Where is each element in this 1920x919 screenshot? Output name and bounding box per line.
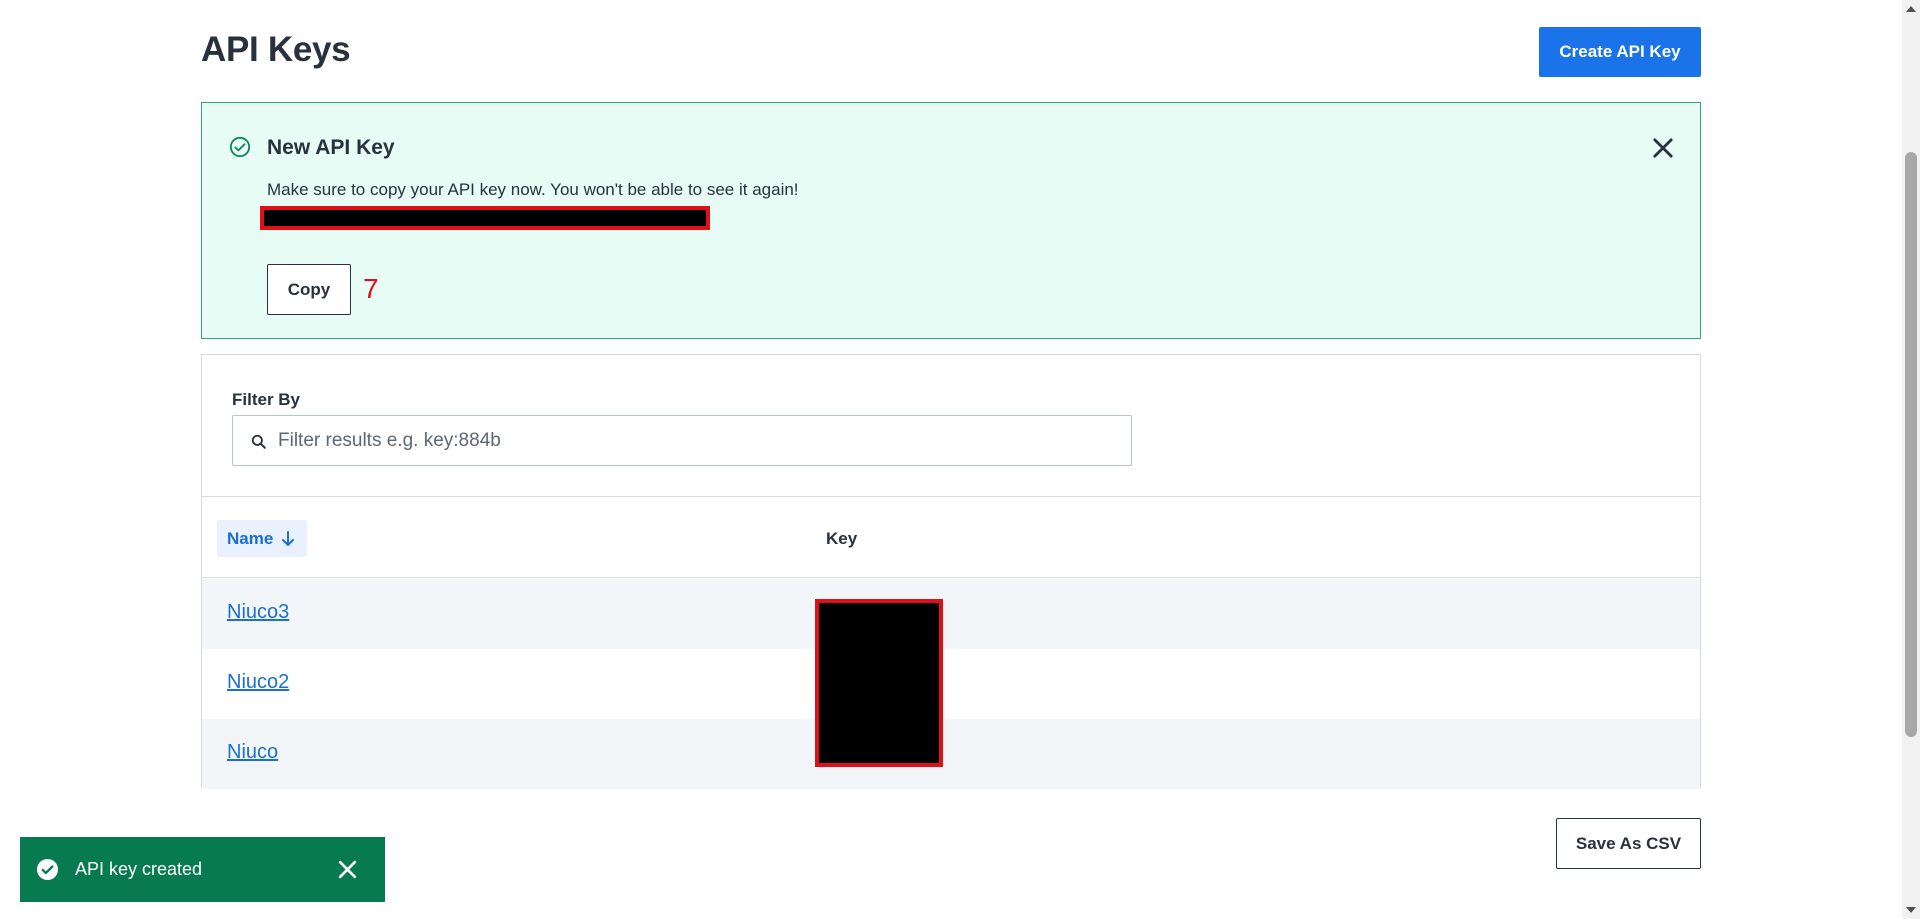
save-as-csv-button[interactable]: Save As CSV xyxy=(1556,818,1701,869)
page-title: API Keys xyxy=(201,30,351,69)
annotation-marker: 7 xyxy=(363,273,379,304)
column-header-name-label: Name xyxy=(227,528,274,548)
table-row: Niuco3 xyxy=(202,579,1700,649)
redacted-key-column xyxy=(815,599,943,767)
filter-label: Filter By xyxy=(232,390,301,409)
table-row: Niuco2 xyxy=(202,649,1700,719)
close-icon[interactable] xyxy=(1649,134,1677,162)
key-name-link[interactable]: Niuco xyxy=(227,741,278,764)
arrow-down-icon xyxy=(282,530,295,546)
toast-message: API key created xyxy=(75,859,203,879)
new-key-banner: New API Key Make sure to copy your API k… xyxy=(201,102,1701,339)
create-api-key-button[interactable]: Create API Key xyxy=(1539,27,1701,77)
scroll-down-arrow-icon[interactable] xyxy=(1906,907,1916,913)
toast-notification: API key created xyxy=(20,837,385,902)
copy-button[interactable]: Copy xyxy=(267,264,351,315)
api-keys-table-card: Filter By Name Key Niuco3 Niuco2 Niuco xyxy=(201,354,1701,789)
page: API Keys Create API Key New API Key Make… xyxy=(0,0,1920,919)
search-icon xyxy=(251,434,266,449)
banner-message: Make sure to copy your API key now. You … xyxy=(267,180,799,199)
check-circle-icon xyxy=(229,136,251,158)
column-header-key: Key xyxy=(826,529,858,548)
banner-title: New API Key xyxy=(267,136,395,159)
table-row: Niuco xyxy=(202,719,1700,789)
redacted-api-key xyxy=(260,206,710,230)
scroll-up-arrow-icon[interactable] xyxy=(1906,6,1916,12)
scrollbar-thumb[interactable] xyxy=(1905,152,1917,737)
filter-field[interactable] xyxy=(232,415,1132,466)
key-name-link[interactable]: Niuco3 xyxy=(227,601,289,624)
check-circle-icon xyxy=(36,858,59,881)
vertical-scrollbar[interactable] xyxy=(1902,0,1920,919)
filter-input[interactable] xyxy=(278,416,1118,465)
table-header: Name Key xyxy=(202,496,1700,578)
column-header-name[interactable]: Name xyxy=(217,520,308,557)
key-name-link[interactable]: Niuco2 xyxy=(227,671,289,694)
close-icon[interactable] xyxy=(335,857,360,882)
